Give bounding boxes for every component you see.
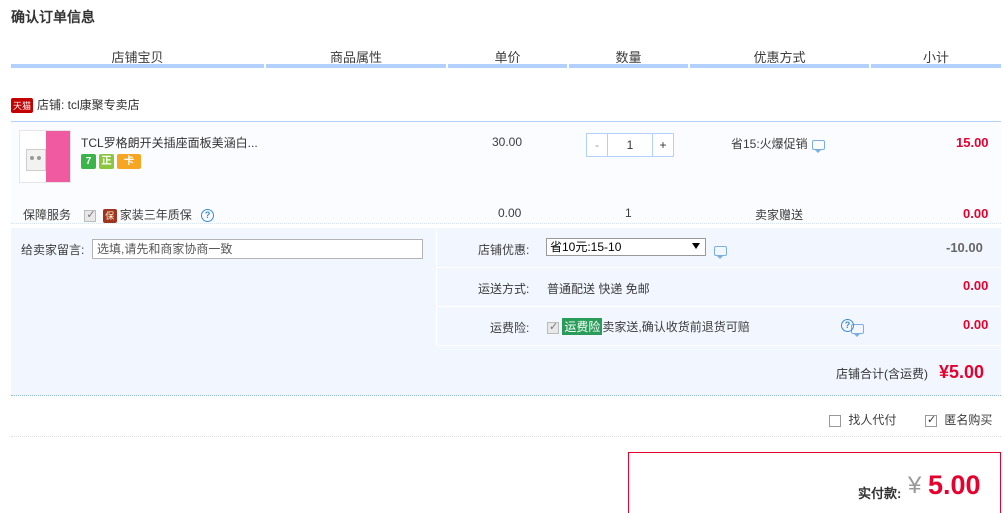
- payment-currency: ¥: [908, 472, 922, 499]
- header-underline: [871, 64, 1001, 68]
- payment-amount: 5.00: [928, 470, 981, 500]
- decrease-button[interactable]: -: [587, 134, 607, 156]
- header-underline: [569, 64, 688, 68]
- guarantee-subtotal: 0.00: [963, 206, 989, 221]
- quality-guarantee-icon[interactable]: 正: [99, 154, 114, 169]
- message-input[interactable]: 选填,请先和商家协商一致: [92, 239, 423, 259]
- separator: [11, 436, 1001, 437]
- promotion: 省15:火爆促销: [731, 135, 825, 153]
- guarantee-service: 家装三年质保: [119, 208, 192, 222]
- message-label: 给卖家留言:: [21, 243, 85, 257]
- page-title: 确认订单信息: [11, 9, 95, 25]
- tmall-icon: 天猫: [11, 98, 34, 114]
- column-divider: [436, 228, 437, 346]
- chat-icon[interactable]: [811, 139, 825, 153]
- quantity-input[interactable]: 1: [607, 134, 653, 156]
- shop-row: 天猫 店铺: tcl康聚专卖店: [11, 96, 140, 114]
- anonymous-option[interactable]: 匿名购买: [925, 411, 992, 428]
- unit-price: 30.00: [492, 135, 523, 149]
- proxy-pay-option[interactable]: 找人代付: [829, 411, 896, 428]
- anonymous-checkbox[interactable]: [925, 413, 937, 427]
- shop-total-label: 店铺合计(含运费): [836, 367, 928, 381]
- product-thumbnail[interactable]: [19, 130, 71, 183]
- anonymous-label: 匿名购买: [944, 413, 993, 427]
- freight-insurance-label: 运费险:: [490, 321, 530, 335]
- help-icon[interactable]: ?: [841, 319, 854, 332]
- increase-button[interactable]: +: [653, 134, 673, 156]
- guarantee-checkbox[interactable]: [84, 208, 97, 222]
- row-divider: [436, 306, 1001, 307]
- freight-insurance-row: 运费险卖家送,确认收货前退货可赔: [547, 318, 750, 335]
- freight-insurance-amount: 0.00: [963, 317, 989, 332]
- guarantee-row: 保障服务 保家装三年质保 ?: [23, 206, 215, 223]
- dropdown-arrow-icon: [692, 243, 700, 249]
- chat-icon[interactable]: [714, 245, 727, 259]
- header-underline: [448, 64, 567, 68]
- quantity-stepper: - 1 +: [586, 133, 674, 157]
- service-icons: 7正卡: [81, 153, 144, 169]
- shipping-value: 普通配送 快递 免邮: [547, 282, 650, 296]
- shipping-label: 运送方式:: [478, 282, 530, 296]
- guarantee-icon: 保: [102, 208, 117, 223]
- guarantee-price: 0.00: [498, 206, 522, 220]
- shop-total-value: ¥5.00: [939, 362, 985, 382]
- product-title[interactable]: TCL罗格朗开关插座面板美涵白...: [81, 134, 258, 151]
- header-underline: [266, 64, 446, 68]
- shop-discount-select[interactable]: 省10元:15-10: [546, 238, 706, 256]
- shop-discount-amount: -10.00: [946, 240, 983, 255]
- proxy-pay-checkbox[interactable]: [829, 414, 841, 427]
- credit-card-icon[interactable]: 卡: [117, 154, 141, 169]
- help-icon[interactable]: ?: [201, 209, 215, 223]
- freight-insurance-desc: 卖家送,确认收货前退货可赔: [602, 320, 750, 334]
- row-divider: [436, 267, 1001, 268]
- row-divider: [436, 345, 1001, 346]
- shop-discount-label: 店铺优惠:: [478, 243, 530, 257]
- guarantee-label: 保障服务: [23, 208, 72, 222]
- payment-label: 实付款:: [858, 486, 902, 501]
- shop-name[interactable]: 店铺: tcl康聚专卖店: [37, 98, 140, 112]
- header-underline: [690, 64, 869, 68]
- guarantee-quantity: 1: [625, 206, 632, 220]
- header-underline: [11, 64, 264, 68]
- promotion-text: 省15:火爆促销: [731, 137, 808, 151]
- freight-insurance-checkbox[interactable]: [547, 320, 559, 334]
- item-subtotal: 15.00: [956, 135, 989, 150]
- shipping-amount: 0.00: [963, 278, 989, 293]
- shop-discount-value: 省10元:15-10: [550, 240, 622, 254]
- guarantee-method: 卖家赠送: [755, 208, 804, 222]
- seven-day-return-icon[interactable]: 7: [81, 154, 96, 169]
- freight-insurance-tag: 运费险: [562, 318, 603, 335]
- proxy-pay-label: 找人代付: [848, 413, 897, 427]
